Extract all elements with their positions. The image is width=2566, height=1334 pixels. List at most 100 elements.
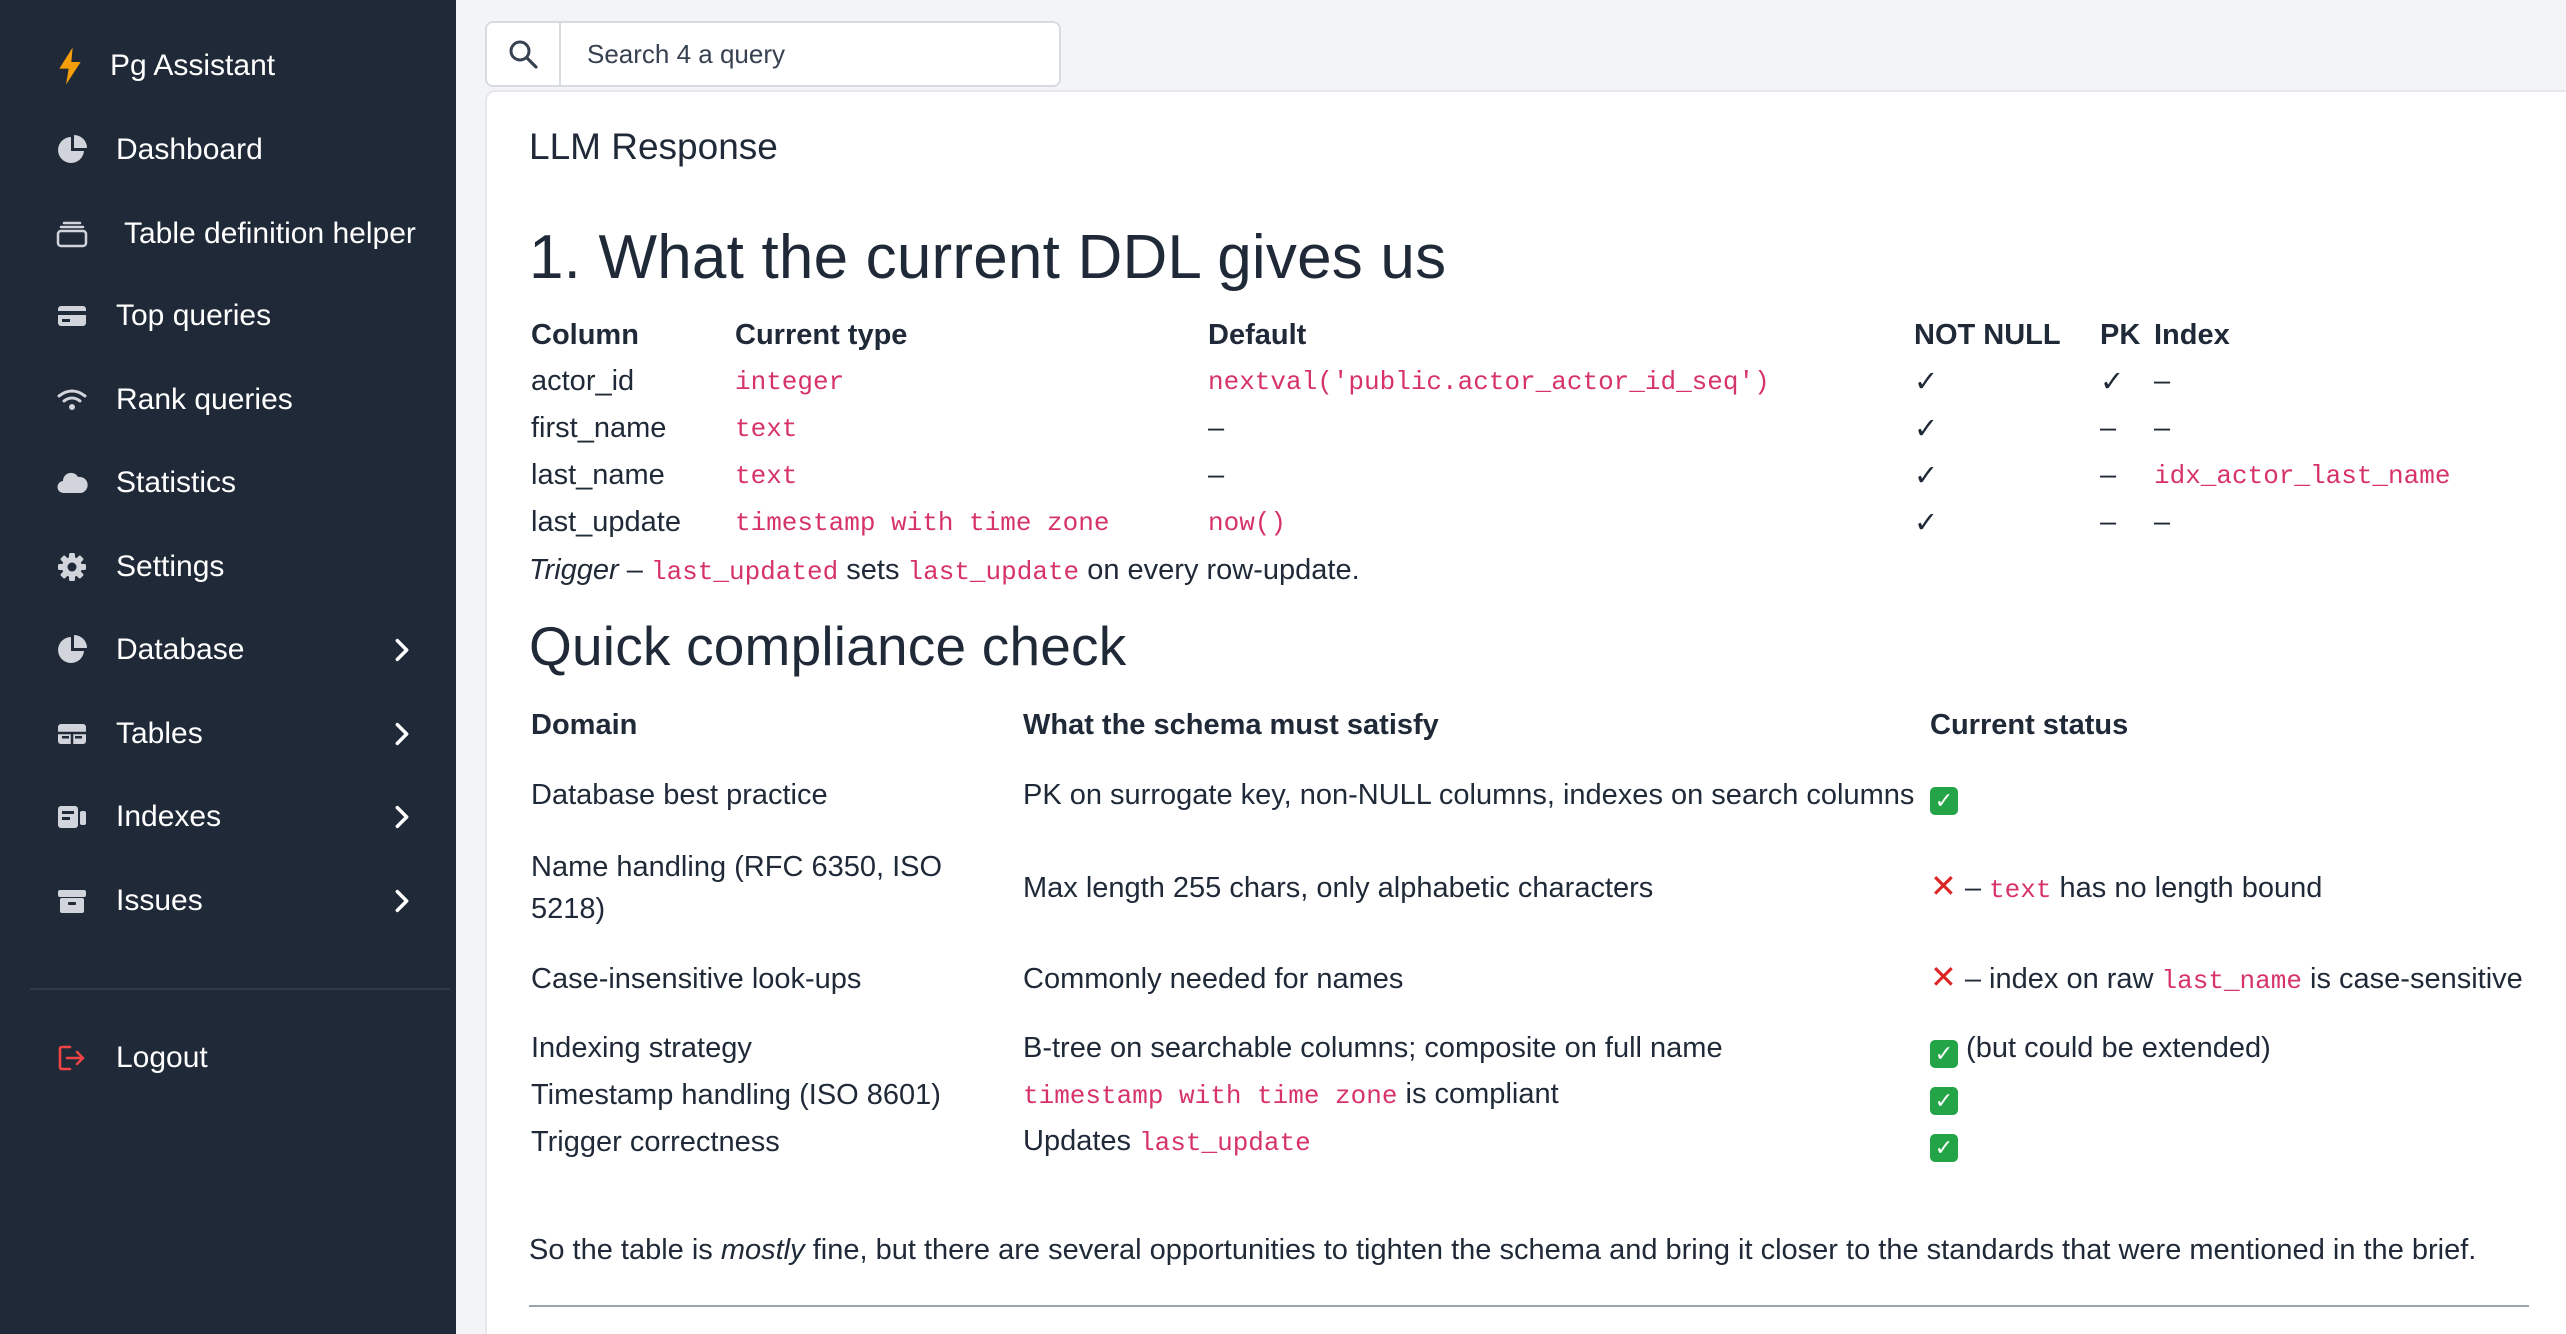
cell-type: text bbox=[735, 413, 798, 444]
section-heading-ddl: 1. What the current DDL gives us bbox=[529, 223, 1447, 292]
sidebar-item-label: Issues bbox=[116, 884, 203, 917]
sidebar-item-label: Dashboard bbox=[116, 133, 263, 166]
chevron-right-icon bbox=[395, 889, 409, 913]
section-heading-compliance: Quick compliance check bbox=[529, 615, 1127, 677]
sidebar-item-statistics[interactable]: Statistics bbox=[54, 453, 434, 513]
table-row: last_name text – ✓ – idx_actor_last_name bbox=[531, 452, 2514, 499]
cell-status: ✓ bbox=[1930, 1118, 2530, 1165]
app-name: Pg Assistant bbox=[110, 49, 276, 82]
cell-default: now() bbox=[1208, 507, 1287, 538]
logout-label: Logout bbox=[116, 1041, 208, 1074]
pie-chart-icon bbox=[54, 132, 90, 168]
cell-index: idx_actor_last_name bbox=[2154, 460, 2451, 491]
cell-not-null: ✓ bbox=[1914, 460, 1939, 492]
status-code: last_name bbox=[2161, 966, 2302, 996]
sidebar-item-table-definition-helper[interactable]: Table definition helper bbox=[54, 204, 434, 264]
cell-status: ✕ – index on raw last_name is case-sensi… bbox=[1930, 934, 2530, 1024]
sidebar-divider bbox=[30, 988, 450, 990]
sidebar-item-rank-queries[interactable]: Rank queries bbox=[54, 370, 434, 430]
cell-pk: – bbox=[2100, 412, 2117, 444]
table-row: Indexing strategy B-tree on searchable c… bbox=[531, 1024, 2530, 1071]
status-text: – index on raw bbox=[1956, 963, 2162, 995]
compliance-table: Domain What the schema must satisfy Curr… bbox=[531, 702, 2530, 1165]
cell-requirement: Commonly needed for names bbox=[1023, 963, 1404, 995]
table-row: Case-insensitive look-ups Commonly neede… bbox=[531, 934, 2530, 1024]
cell-default: – bbox=[1208, 412, 1225, 444]
sidebar-item-tables[interactable]: Tables bbox=[54, 704, 434, 764]
cell-domain: Timestamp handling (ISO 8601) bbox=[531, 1078, 941, 1111]
cell-type: timestamp with time zone bbox=[735, 507, 1110, 538]
sidebar-item-dashboard[interactable]: Dashboard bbox=[54, 120, 434, 180]
cell-not-null: ✓ bbox=[1914, 366, 1939, 398]
sidebar-item-label: Database bbox=[116, 633, 245, 666]
sidebar-item-issues[interactable]: Issues bbox=[54, 871, 434, 931]
sidebar-item-indexes[interactable]: Indexes bbox=[54, 787, 434, 847]
cell-default: nextval('public.actor_actor_id_seq') bbox=[1208, 366, 1770, 397]
cross-mark-icon: ✕ bbox=[1930, 868, 1957, 904]
requirement-code: last_update bbox=[1139, 1127, 1311, 1158]
cell-type: integer bbox=[735, 366, 845, 397]
sidebar-item-database[interactable]: Database bbox=[54, 620, 434, 680]
cell-column: last_update bbox=[531, 506, 681, 538]
sidebar: Pg Assistant Dashboard Table definition … bbox=[0, 0, 456, 1334]
trigger-end: on every row-update. bbox=[1079, 554, 1360, 586]
cell-not-null: ✓ bbox=[1914, 413, 1939, 445]
cell-status: ✕ – text has no length bound bbox=[1930, 842, 2530, 934]
horizontal-rule bbox=[529, 1305, 2529, 1307]
status-text: is case-sensitive bbox=[2301, 963, 2523, 995]
status-code: text bbox=[1989, 875, 2052, 905]
status-text: (but could be extended) bbox=[1958, 1031, 2271, 1064]
column-header: Column bbox=[531, 318, 639, 351]
summary-emphasis: mostly bbox=[720, 1234, 805, 1266]
cell-domain: Database best practice bbox=[531, 779, 828, 811]
gear-icon bbox=[54, 549, 90, 585]
search-bar bbox=[485, 21, 1061, 87]
check-mark-icon: ✓ bbox=[1930, 1086, 1958, 1115]
cross-mark-icon: ✕ bbox=[1930, 959, 1957, 995]
column-header: Index bbox=[2154, 318, 2230, 351]
table-header-row: Column Current type Default NOT NULL PK … bbox=[531, 312, 2514, 358]
cell-domain: Indexing strategy bbox=[531, 1031, 752, 1064]
llm-response-card: LLM Response 1. What the current DDL giv… bbox=[485, 90, 2566, 1334]
archive-icon bbox=[54, 883, 90, 919]
cell-default: – bbox=[1208, 459, 1225, 491]
cell-requirement: timestamp with time zone is compliant bbox=[1023, 1071, 1930, 1118]
column-header: Current type bbox=[735, 318, 908, 351]
search-input[interactable] bbox=[561, 23, 1059, 85]
column-header: What the schema must satisfy bbox=[1023, 708, 1439, 741]
cell-requirement: Max length 255 chars, only alphabetic ch… bbox=[1023, 872, 1654, 904]
status-text: – bbox=[1956, 872, 1990, 904]
sidebar-item-label: Settings bbox=[116, 550, 225, 583]
cell-requirement: B-tree on searchable columns; composite … bbox=[1023, 1031, 1723, 1064]
trigger-note: Trigger – last_updated sets last_update … bbox=[529, 547, 1360, 595]
sidebar-item-settings[interactable]: Settings bbox=[54, 537, 434, 597]
column-header: PK bbox=[2100, 318, 2141, 351]
sidebar-item-top-queries[interactable]: Top queries bbox=[54, 286, 434, 346]
cell-requirement: PK on surrogate key, non-NULL columns, i… bbox=[1023, 779, 1915, 811]
card-title: LLM Response bbox=[529, 126, 778, 167]
cell-pk: – bbox=[2100, 506, 2117, 538]
table-row: actor_id integer nextval('public.actor_a… bbox=[531, 358, 2514, 405]
check-mark-icon: ✓ bbox=[1930, 787, 1958, 815]
trigger-label: Trigger bbox=[529, 554, 619, 586]
cell-index: – bbox=[2154, 506, 2171, 538]
cell-domain: Name handling (RFC 6350, ISO 5218) bbox=[531, 851, 943, 925]
logout-button[interactable]: Logout bbox=[54, 1028, 434, 1088]
trigger-mid: sets bbox=[838, 554, 908, 586]
table-row: Timestamp handling (ISO 8601) timestamp … bbox=[531, 1071, 2530, 1118]
cell-not-null: ✓ bbox=[1914, 507, 1939, 539]
cell-status: ✓ bbox=[1930, 748, 2530, 842]
cell-index: – bbox=[2154, 365, 2171, 397]
stack-icon bbox=[54, 216, 90, 252]
table-header-row: Domain What the schema must satisfy Curr… bbox=[531, 702, 2530, 748]
trigger-name-code: last_updated bbox=[650, 557, 839, 587]
cell-domain: Case-insensitive look-ups bbox=[531, 963, 862, 995]
column-header: NOT NULL bbox=[1914, 318, 2061, 351]
sidebar-item-label: Tables bbox=[116, 717, 203, 750]
search-icon[interactable] bbox=[487, 23, 561, 85]
cell-domain: Trigger correctness bbox=[531, 1125, 780, 1158]
app-brand[interactable]: Pg Assistant bbox=[54, 40, 275, 92]
cell-status: ✓ bbox=[1930, 1071, 2530, 1118]
trigger-column-code: last_update bbox=[907, 557, 1080, 587]
requirement-text: is compliant bbox=[1397, 1077, 1559, 1110]
